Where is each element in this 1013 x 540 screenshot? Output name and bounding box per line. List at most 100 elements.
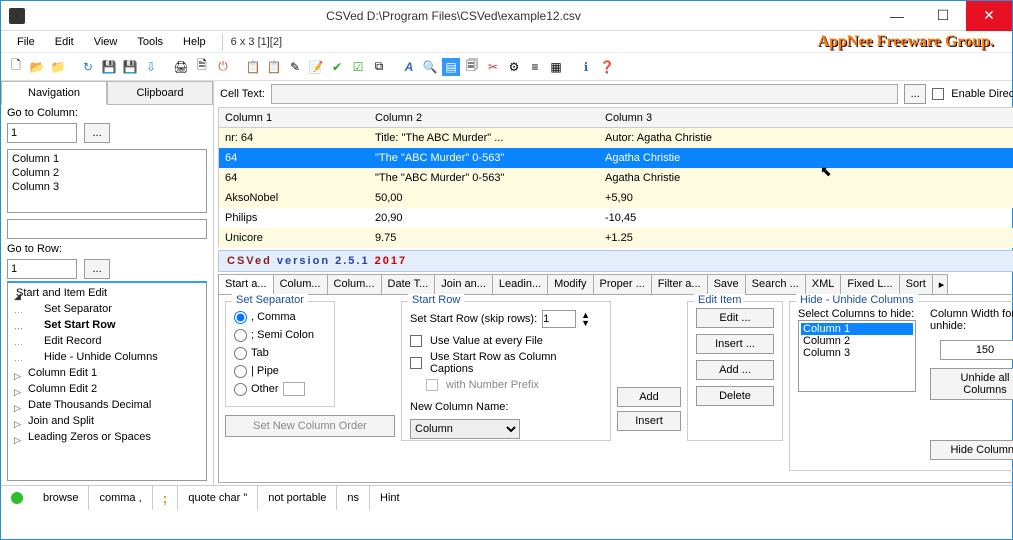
col-header-2[interactable]: Column 2	[369, 112, 599, 124]
tab-filter[interactable]: Filter a...	[651, 274, 708, 294]
export-icon[interactable]: ⇩	[142, 58, 160, 76]
column-list-item[interactable]: Column 1	[12, 152, 202, 166]
settings-icon[interactable]: ⚙	[505, 58, 523, 76]
cut-icon[interactable]: ✂	[484, 58, 502, 76]
close-button[interactable]: ✕	[966, 1, 1012, 31]
tab-clipboard[interactable]: Clipboard	[107, 81, 213, 105]
list-icon[interactable]: ≡	[526, 58, 544, 76]
tree-join-split[interactable]: Join and Split	[10, 413, 204, 429]
radio-pipe[interactable]: | Pipe	[234, 362, 326, 380]
tree-start-item-edit[interactable]: Start and Item Edit	[10, 285, 204, 301]
cell-text-browse[interactable]: ...	[904, 84, 926, 104]
tab-navigation[interactable]: Navigation	[1, 81, 107, 105]
tool3-icon[interactable]: ⧉	[370, 58, 388, 76]
tree-column-edit-1[interactable]: Column Edit 1	[10, 365, 204, 381]
tree-date-thousands[interactable]: Date Thousands Decimal	[10, 397, 204, 413]
start-row-spinner[interactable]	[542, 310, 576, 328]
menu-help[interactable]: Help	[175, 34, 214, 50]
hide-col-3[interactable]: Column 3	[801, 347, 913, 359]
hide-col-1[interactable]: Column 1	[801, 323, 913, 335]
tool2-icon[interactable]: 📝	[307, 58, 325, 76]
copy-icon[interactable]: 📋	[244, 58, 262, 76]
set-column-order-button[interactable]: Set New Column Order	[225, 415, 395, 437]
tab-column2[interactable]: Colum...	[327, 274, 382, 294]
tab-sort[interactable]: Sort	[899, 274, 933, 294]
menu-view[interactable]: View	[86, 34, 126, 50]
font-icon[interactable]: A	[400, 58, 418, 76]
goto-column-button[interactable]: ...	[84, 123, 110, 143]
menu-tools[interactable]: Tools	[129, 34, 171, 50]
tab-search[interactable]: Search ...	[745, 274, 806, 294]
tab-save[interactable]: Save	[707, 274, 746, 294]
save-icon[interactable]: 💾	[100, 58, 118, 76]
unhide-all-button[interactable]: Unhide all Columns	[930, 368, 1013, 400]
info-icon[interactable]: ℹ	[577, 58, 595, 76]
new-icon[interactable]: 🗋	[7, 58, 25, 76]
minimize-button[interactable]: —	[874, 1, 920, 31]
insert-column-button[interactable]: Insert	[617, 411, 681, 431]
goto-column-input[interactable]	[7, 123, 77, 143]
new-column-combo[interactable]: Column	[410, 419, 520, 439]
column-list-item[interactable]: Column 3	[12, 180, 202, 194]
add-column-button[interactable]: Add	[617, 387, 681, 407]
tab-fixed[interactable]: Fixed L...	[840, 274, 899, 294]
col-header-3[interactable]: Column 3	[599, 112, 859, 124]
tree-set-start-row[interactable]: Set Start Row	[10, 317, 204, 333]
page-icon[interactable]: 🗐	[463, 58, 481, 76]
preview-icon[interactable]: 🗎	[193, 58, 211, 76]
tree-set-separator[interactable]: Set Separator	[10, 301, 204, 317]
chk-use-value-every-file[interactable]: Use Value at every File	[410, 330, 602, 352]
radio-tab[interactable]: Tab	[234, 344, 326, 362]
exit-icon[interactable]: ⏻	[214, 58, 232, 76]
tab-modify[interactable]: Modify	[547, 274, 593, 294]
tab-leading[interactable]: Leadin...	[492, 274, 548, 294]
paste-icon[interactable]: 📋	[265, 58, 283, 76]
tree-column-edit-2[interactable]: Column Edit 2	[10, 381, 204, 397]
edit-button[interactable]: Edit ...	[696, 308, 774, 328]
nav-tree[interactable]: Start and Item Edit Set Separator Set St…	[7, 281, 207, 481]
maximize-button[interactable]: ☐	[920, 1, 966, 31]
save-all-icon[interactable]: 💾	[121, 58, 139, 76]
radio-semicolon[interactable]: ; Semi Colon	[234, 326, 326, 344]
menu-edit[interactable]: Edit	[47, 34, 82, 50]
check-green-icon[interactable]: ✔	[328, 58, 346, 76]
col-header-1[interactable]: Column 1	[219, 112, 369, 124]
chk-number-prefix[interactable]: with Number Prefix	[410, 374, 602, 396]
hide-column-list[interactable]: Column 1 Column 2 Column 3	[798, 320, 916, 392]
goto-row-input[interactable]	[7, 259, 77, 279]
radio-comma[interactable]: , Comma	[234, 308, 326, 326]
insert-button[interactable]: Insert ...	[696, 334, 774, 354]
tree-edit-record[interactable]: Edit Record	[10, 333, 204, 349]
select-icon[interactable]: ▤	[442, 58, 460, 76]
tab-more[interactable]: ▸	[932, 274, 948, 294]
hide-columns-button[interactable]: Hide Columns	[930, 440, 1013, 460]
tab-proper[interactable]: Proper ...	[593, 274, 652, 294]
hide-col-2[interactable]: Column 2	[801, 335, 913, 347]
cell-text-input[interactable]	[271, 84, 898, 104]
print-icon[interactable]: 🖨	[172, 58, 190, 76]
folder-arrow-icon[interactable]: 📁	[49, 58, 67, 76]
menu-file[interactable]: File	[9, 34, 43, 50]
refresh-icon[interactable]: ↻	[79, 58, 97, 76]
radio-other[interactable]: Other	[234, 380, 326, 398]
data-grid[interactable]: Column 1 Column 2 Column 3 nr: 64Title: …	[218, 107, 1013, 247]
check-box-icon[interactable]: ☑	[349, 58, 367, 76]
grid-icon[interactable]: ▦	[547, 58, 565, 76]
tree-leading-zeros[interactable]: Leading Zeros or Spaces	[10, 429, 204, 445]
enable-direct-editing[interactable]: Enable Direct Editing	[932, 88, 1013, 100]
open-icon[interactable]: 📂	[28, 58, 46, 76]
tree-hide-unhide[interactable]: Hide - Unhide Columns	[10, 349, 204, 365]
zoom-icon[interactable]: 🔍	[421, 58, 439, 76]
goto-row-button[interactable]: ...	[84, 259, 110, 279]
help-icon[interactable]: ❓	[598, 58, 616, 76]
tab-start[interactable]: Start a...	[218, 274, 274, 294]
tab-join[interactable]: Join an...	[434, 274, 493, 294]
tool1-icon[interactable]: ✎	[286, 58, 304, 76]
filter-input[interactable]	[7, 219, 207, 239]
add-button[interactable]: Add ...	[696, 360, 774, 380]
tab-column1[interactable]: Colum...	[273, 274, 328, 294]
column-list[interactable]: Column 1 Column 2 Column 3	[7, 149, 207, 213]
spinner-icon[interactable]: ▲▼	[581, 311, 590, 327]
chk-use-start-row-captions[interactable]: Use Start Row as Column Captions	[410, 352, 602, 374]
tab-date[interactable]: Date T...	[381, 274, 436, 294]
